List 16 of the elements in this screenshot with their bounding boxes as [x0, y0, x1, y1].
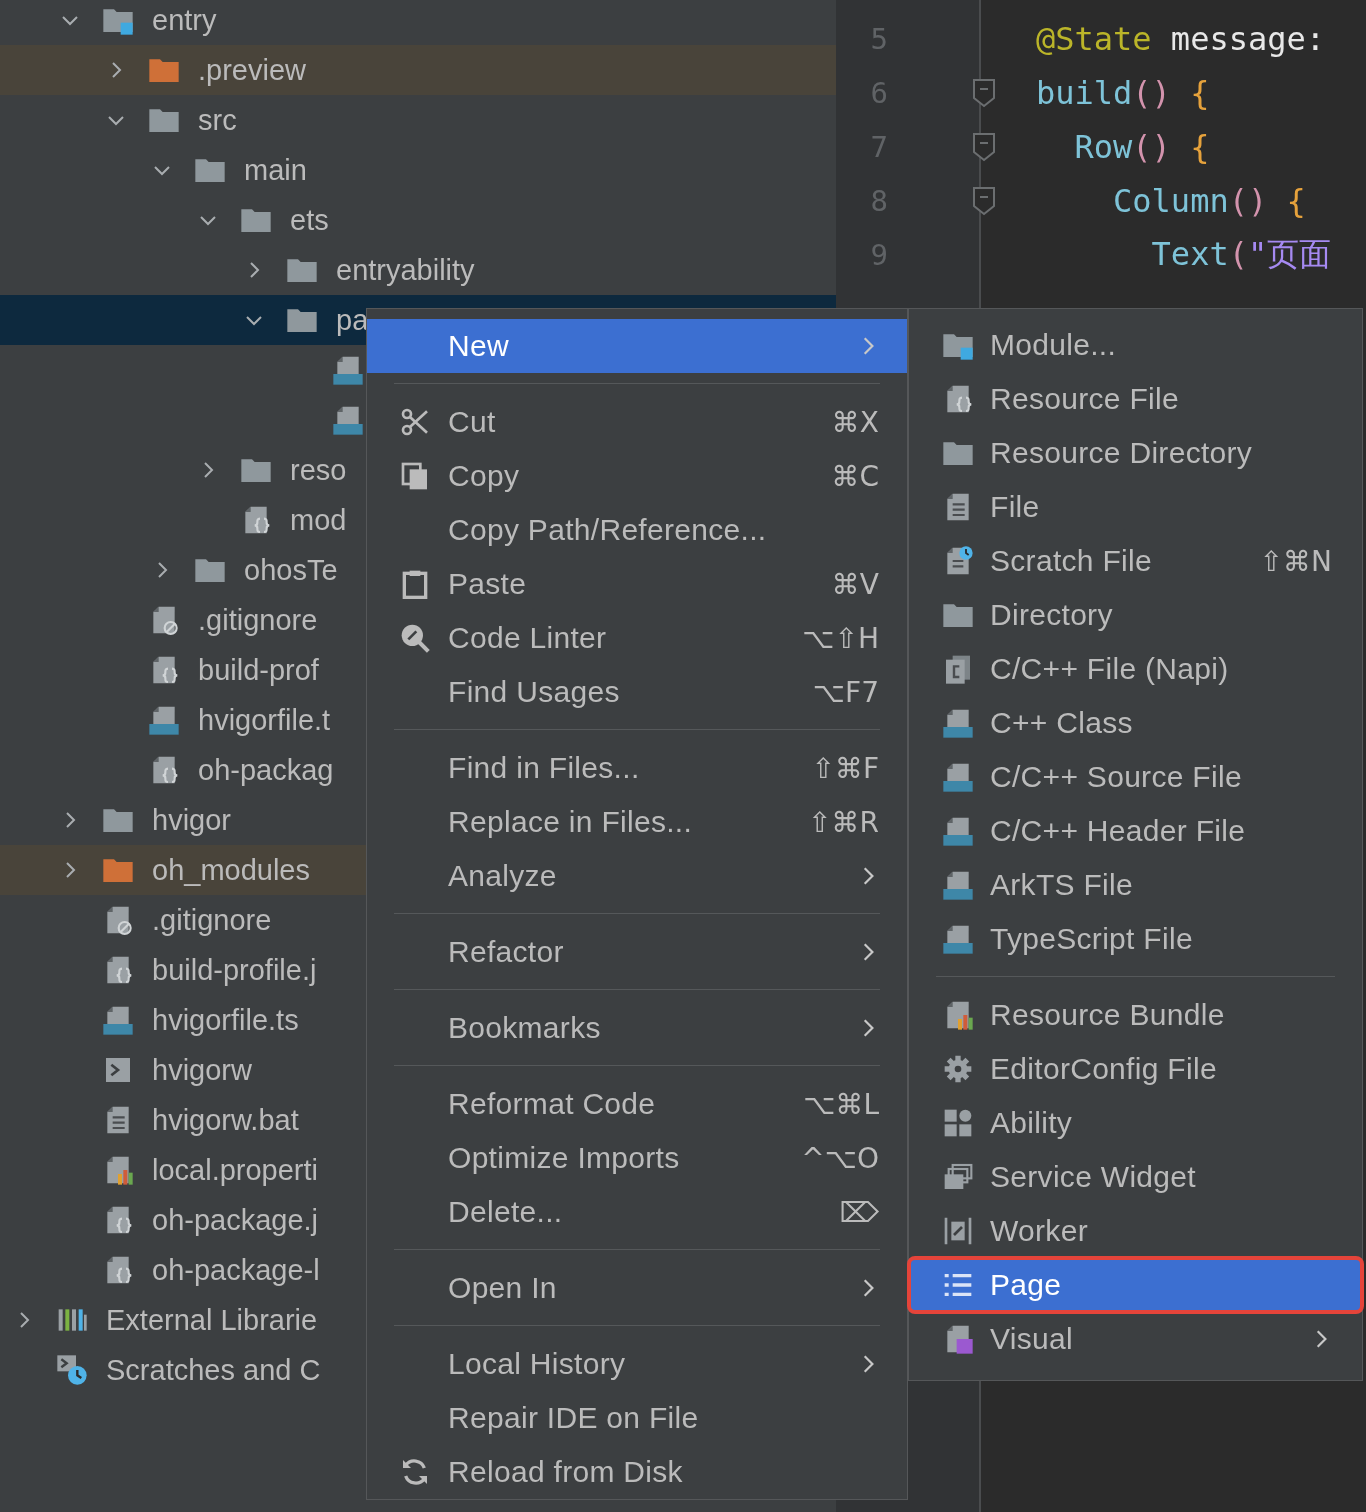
shortcut-label: ⌥⇧H	[802, 621, 879, 655]
code-line: Row() {	[1073, 128, 1210, 166]
code-line: Text("页面	[1150, 234, 1332, 275]
shortcut-label: ⇧⌘F	[811, 751, 879, 785]
code-line: @State message:	[1036, 20, 1325, 58]
shortcut-label: ⇧⌘N	[1259, 544, 1332, 578]
shortcut-label: ⇧⌘R	[808, 805, 879, 839]
shortcut-label: ⌘V	[831, 567, 879, 601]
shortcut-label: ⌥⌘L	[803, 1087, 879, 1121]
code-line: Column() {	[1112, 182, 1306, 220]
shortcut-label: ⌥F7	[812, 675, 879, 709]
shortcut-label: ⌘X	[831, 405, 879, 439]
shortcut-label: ⌘C	[831, 459, 879, 493]
shortcut-label: ^⌥O	[801, 1141, 879, 1175]
code-line: build() {	[1036, 74, 1210, 112]
shortcut-label: ⌦	[839, 1195, 879, 1229]
